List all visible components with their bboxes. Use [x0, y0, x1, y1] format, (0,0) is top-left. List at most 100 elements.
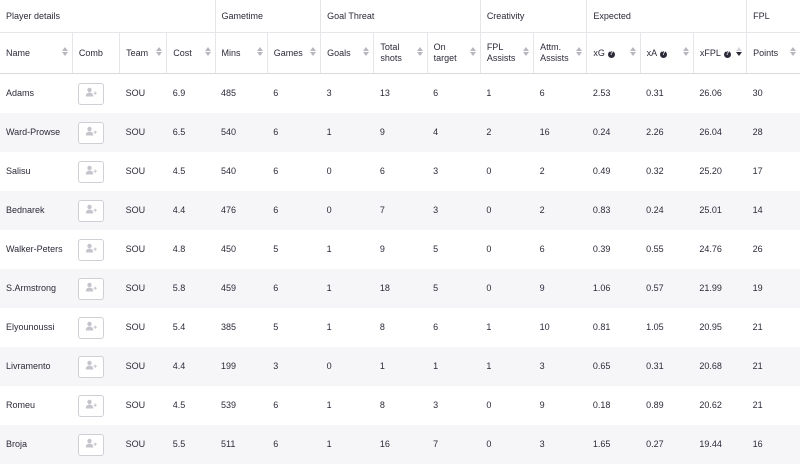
cell-attm-assists: 6	[539, 244, 545, 254]
table-row: Romeu SOU 4.5 539 6 1 8 3 0 9 0.18 0.89 20.62 21	[0, 386, 800, 425]
cell-team: SOU	[119, 425, 167, 464]
sort-icon	[363, 47, 370, 56]
sort-icon	[156, 47, 163, 56]
add-player-button[interactable]	[78, 394, 105, 417]
cell-xa: 2.26	[640, 113, 694, 152]
cell-points: 14	[746, 191, 800, 230]
cell-games: 6	[273, 400, 279, 410]
cell-xg: 1.65	[586, 425, 641, 464]
group-creativity: Creativity	[479, 0, 587, 33]
cell-points: 21	[752, 322, 763, 332]
add-user-icon	[85, 165, 98, 178]
cell-goals: 3	[326, 88, 332, 98]
cell-xg: 0.24	[586, 113, 641, 152]
add-player-button[interactable]	[78, 199, 105, 222]
cell-comb	[72, 191, 120, 230]
cell-games: 6	[267, 113, 321, 152]
col-attm-assists[interactable]: Attm. Assists	[533, 32, 587, 74]
cell-games: 6	[267, 425, 321, 464]
cell-comb	[72, 230, 119, 269]
col-name[interactable]: Name	[0, 32, 73, 74]
cell-name: Romeu	[6, 400, 36, 410]
add-player-button[interactable]	[78, 277, 105, 300]
add-player-button[interactable]	[78, 160, 105, 183]
cell-on-target: 3	[433, 400, 439, 410]
cell-shots: 18	[373, 269, 428, 308]
table-row: S.Armstrong SOU 5.8 459 6 1 18 5 0 9 1.06 0.57 21.99…	[0, 269, 800, 308]
cell-xfpl: 25.01	[693, 191, 747, 230]
table-row: Salisu SOU 4.5 540 6 0 6 3 0 2 0.49 0.32 25.20 17	[0, 152, 800, 191]
cell-xa: 1.05	[646, 322, 664, 332]
add-user-icon	[85, 438, 98, 451]
cell-attm-assists: 9	[539, 400, 545, 410]
cell-xg: 0.65	[586, 347, 641, 386]
cell-points: 28	[746, 113, 800, 152]
col-xg[interactable]: xG?	[586, 32, 641, 74]
cell-xa: 0.31	[640, 347, 694, 386]
help-icon[interactable]: ?	[660, 50, 668, 58]
sort-icon	[204, 47, 211, 56]
table-row: Livramento SOU 4.4 199 3 0 1 1 1 3 0.65 0.31 20.68 21	[0, 347, 800, 386]
cell-points: 26	[752, 244, 763, 254]
cell-xfpl: 24.76	[699, 244, 722, 254]
cell-xa: 0.89	[646, 400, 664, 410]
cell-shots: 9	[373, 113, 428, 152]
cell-name: Walker-Peters	[6, 244, 63, 254]
col-fpl-assists[interactable]: FPL Assists	[479, 32, 534, 74]
col-total-shots[interactable]: Total shots	[373, 32, 428, 74]
cell-on-target: 5	[427, 269, 481, 308]
col-team[interactable]: Team	[119, 32, 167, 74]
cell-games: 6	[267, 269, 321, 308]
cell-xfpl: 26.06	[699, 88, 722, 98]
cell-cost: 5.5	[166, 425, 216, 464]
table-row: Adams SOU 6.9 485 6 3 13 6 1 6 2.53 0.31 26.06 30	[0, 74, 800, 114]
cell-shots: 9	[379, 244, 385, 254]
col-cost[interactable]: Cost	[166, 32, 216, 74]
cell-fpl-assists: 0	[486, 166, 492, 176]
cell-comb	[72, 269, 120, 308]
cell-team: SOU	[125, 88, 146, 98]
add-player-button[interactable]	[78, 355, 105, 378]
cell-name: Broja	[0, 425, 73, 464]
help-icon[interactable]: ?	[607, 50, 615, 58]
add-player-button[interactable]	[78, 121, 105, 144]
cell-name: Adams	[6, 88, 35, 98]
cell-mins: 540	[215, 113, 268, 152]
add-player-button[interactable]	[78, 433, 105, 456]
cell-mins: 459	[215, 269, 268, 308]
cell-mins: 385	[221, 322, 237, 332]
cell-on-target: 3	[433, 166, 439, 176]
col-mins[interactable]: Mins	[214, 32, 268, 74]
cell-shots: 7	[373, 191, 428, 230]
cell-attm-assists: 16	[533, 113, 587, 152]
cell-comb	[72, 152, 119, 191]
add-player-button[interactable]	[78, 316, 105, 339]
add-player-button[interactable]	[78, 82, 105, 105]
col-games[interactable]: Games	[266, 32, 321, 74]
col-xfpl[interactable]: xFPL?	[692, 32, 747, 74]
sort-icon	[523, 47, 530, 56]
cell-comb	[72, 113, 120, 152]
cell-on-target: 1	[427, 347, 481, 386]
cell-goals: 0	[320, 347, 374, 386]
cell-attm-assists: 3	[533, 425, 587, 464]
cell-comb	[72, 308, 119, 347]
cell-team: SOU	[119, 347, 167, 386]
cell-xa: 0.57	[640, 269, 694, 308]
table-row: Walker-Peters SOU 4.8 450 5 1 9 5 0 6 0.39 0.55 24.7…	[0, 230, 800, 269]
col-goals[interactable]: Goals	[320, 32, 374, 74]
col-xa[interactable]: xA?	[639, 32, 694, 74]
cell-games: 6	[273, 88, 279, 98]
cell-xa: 0.24	[640, 191, 694, 230]
cell-mins: 539	[221, 400, 237, 410]
help-icon[interactable]: ?	[723, 50, 731, 58]
col-on-target[interactable]: On target	[426, 32, 481, 74]
col-points[interactable]: Points	[746, 32, 800, 74]
add-player-button[interactable]	[78, 238, 105, 261]
cell-goals: 1	[326, 244, 332, 254]
cell-xa: 0.32	[646, 166, 664, 176]
cell-xg: 0.18	[592, 400, 611, 410]
add-user-icon	[85, 360, 98, 373]
add-user-icon	[85, 399, 98, 412]
cell-mins: 485	[221, 88, 237, 98]
